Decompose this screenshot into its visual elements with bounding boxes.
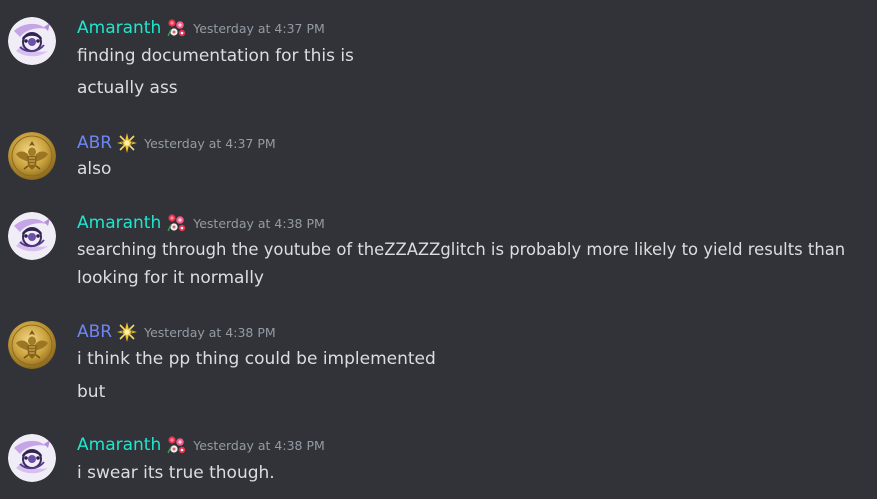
sparkle-star-icon[interactable] bbox=[116, 132, 138, 154]
message-text: also bbox=[77, 159, 112, 179]
gold-eagle-seal-avatar-icon bbox=[8, 132, 56, 180]
message-text: finding documentation for this is bbox=[77, 46, 354, 66]
message-header: Amaranth Yesterday at 4:38 PM bbox=[77, 210, 325, 236]
message-text: searching through the youtube of theZZAZ… bbox=[77, 240, 846, 259]
author-name[interactable]: ABR bbox=[77, 133, 112, 153]
author-name[interactable]: Amaranth bbox=[77, 18, 161, 38]
message-text: i think the pp thing could be implemente… bbox=[77, 349, 436, 369]
message-header: ABR Yesterday at 4:38 PM bbox=[77, 319, 276, 345]
message-text: looking for it normally bbox=[77, 268, 264, 288]
rose-cluster-icon[interactable] bbox=[165, 17, 187, 39]
message-header: Amaranth Yesterday at 4:37 PM bbox=[77, 15, 325, 41]
timestamp: Yesterday at 4:37 PM bbox=[144, 135, 276, 151]
message-text: actually ass bbox=[77, 78, 178, 98]
avatar[interactable] bbox=[8, 17, 56, 65]
purple-swirl-avatar-icon bbox=[8, 17, 56, 65]
avatar[interactable] bbox=[8, 132, 56, 180]
timestamp: Yesterday at 4:38 PM bbox=[144, 324, 276, 340]
timestamp: Yesterday at 4:38 PM bbox=[193, 215, 325, 231]
avatar[interactable] bbox=[8, 212, 56, 260]
message-header: ABR Yesterday at 4:37 PM bbox=[77, 130, 276, 156]
gold-eagle-seal-avatar-icon bbox=[8, 321, 56, 369]
avatar[interactable] bbox=[8, 434, 56, 482]
rose-cluster-icon[interactable] bbox=[165, 434, 187, 456]
purple-swirl-avatar-icon bbox=[8, 212, 56, 260]
author-name[interactable]: ABR bbox=[77, 322, 112, 342]
rose-cluster-icon[interactable] bbox=[165, 212, 187, 234]
timestamp: Yesterday at 4:37 PM bbox=[193, 20, 325, 36]
sparkle-star-icon[interactable] bbox=[116, 321, 138, 343]
purple-swirl-avatar-icon bbox=[8, 434, 56, 482]
message-text: but bbox=[77, 382, 106, 402]
author-name[interactable]: Amaranth bbox=[77, 213, 161, 233]
author-name[interactable]: Amaranth bbox=[77, 435, 161, 455]
message-header: Amaranth Yesterday at 4:38 PM bbox=[77, 432, 325, 458]
message-text: i swear its true though. bbox=[77, 463, 275, 483]
timestamp: Yesterday at 4:38 PM bbox=[193, 437, 325, 453]
avatar[interactable] bbox=[8, 321, 56, 369]
